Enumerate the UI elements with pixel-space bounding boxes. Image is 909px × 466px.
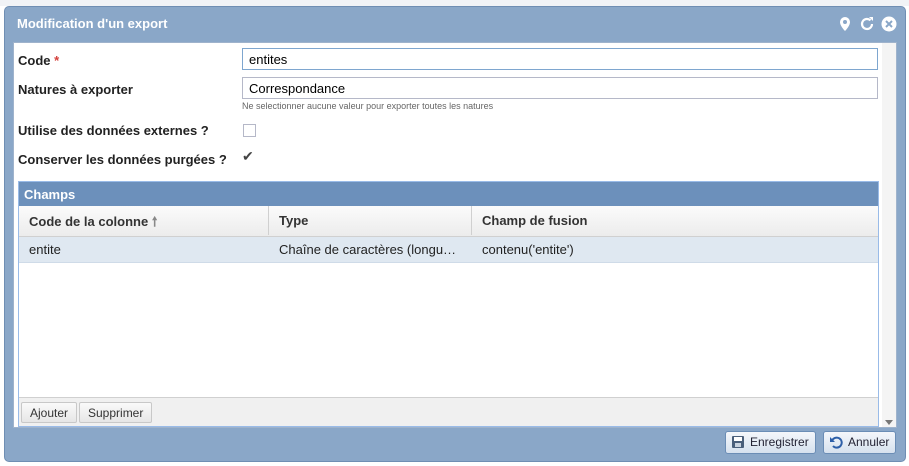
export-dialog: Modification d'un export Code * Natures …	[4, 6, 906, 462]
dialog-titlebar: Modification d'un export	[5, 7, 905, 41]
cell-type: Chaîne de caractères (longue…	[279, 242, 464, 257]
natures-label: Natures à exporter	[18, 82, 133, 97]
dialog-title: Modification d'un export	[17, 16, 168, 31]
scroll-down-icon[interactable]	[885, 420, 893, 425]
grid-title: Champs	[19, 182, 878, 206]
grid-toolbar: Ajouter Supprimer	[19, 397, 878, 426]
delete-button[interactable]: Supprimer	[79, 402, 153, 423]
pin-icon[interactable]	[835, 14, 855, 34]
refresh-icon[interactable]	[857, 14, 877, 34]
code-input[interactable]	[242, 48, 878, 70]
fields-grid: Champs Code de la colonne 🠕 Type Champ d…	[18, 181, 879, 427]
check-icon: ✔	[242, 148, 254, 164]
cell-code: entite	[29, 242, 61, 257]
column-header-fusion[interactable]: Champ de fusion	[472, 206, 878, 235]
external-data-checkbox[interactable]	[243, 124, 256, 137]
save-label: Enregistrer	[750, 435, 809, 449]
table-row[interactable]: entite Chaîne de caractères (longue… con…	[19, 237, 878, 263]
grid-header: Code de la colonne 🠕 Type Champ de fusio…	[19, 206, 878, 237]
cancel-button[interactable]: Annuler	[823, 431, 897, 454]
undo-icon	[830, 436, 843, 449]
close-icon[interactable]	[879, 14, 899, 34]
column-header-code[interactable]: Code de la colonne 🠕	[19, 206, 269, 235]
vertical-scrollbar[interactable]	[882, 43, 896, 427]
save-icon	[732, 436, 744, 448]
natures-input[interactable]	[242, 77, 878, 99]
natures-hint: Ne selectionner aucune valeur pour expor…	[242, 101, 494, 111]
cell-fusion: contenu('entite')	[482, 242, 574, 257]
required-mark: *	[54, 53, 60, 68]
cancel-label: Annuler	[848, 435, 890, 449]
save-button[interactable]: Enregistrer	[725, 431, 816, 454]
purged-data-checkbox[interactable]: ✔	[242, 148, 256, 166]
column-header-type[interactable]: Type	[269, 206, 472, 235]
purged-data-label: Conserver les données purgées ?	[18, 152, 227, 167]
add-button[interactable]: Ajouter	[21, 402, 78, 423]
code-label: Code *	[18, 53, 60, 68]
arrow-up-icon: 🠕	[151, 214, 158, 229]
external-data-label: Utilise des données externes ?	[18, 123, 209, 138]
dialog-footer: Enregistrer Annuler	[5, 427, 905, 461]
dialog-body: Code * Natures à exporter Ne selectionne…	[13, 42, 897, 428]
